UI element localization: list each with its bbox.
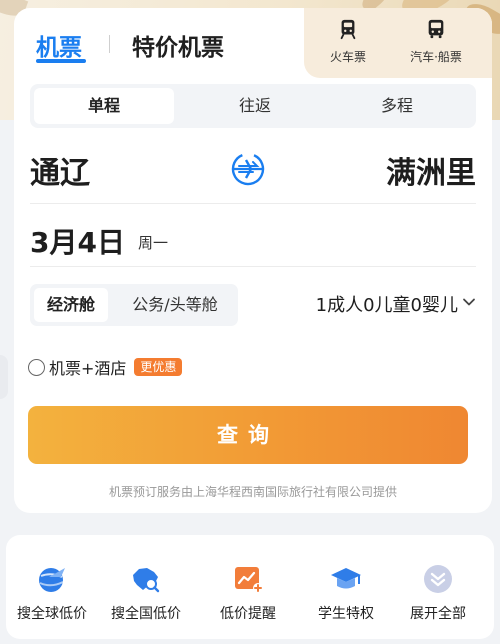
tab-divider — [109, 35, 110, 53]
arrival-city[interactable]: 满洲里 — [386, 148, 476, 192]
expand-chevrons-icon — [424, 565, 452, 593]
divider — [30, 266, 476, 267]
quick-link-national-low-price[interactable]: 搜全国低价 — [100, 563, 192, 623]
quick-link-expand-all[interactable]: 展开全部 — [392, 563, 484, 623]
quick-link-global-low-price[interactable]: 搜全球低价 — [6, 563, 98, 623]
tab-bus-ship[interactable]: 汽车·船票 — [396, 18, 476, 65]
flight-search-card: 机票 特价机票 火车票 汽车·船票 单程 往返 多程 通辽 满洲里 3月4日 周… — [14, 8, 492, 513]
bus-icon — [428, 19, 444, 39]
price-alert-chart-icon — [235, 567, 263, 593]
tab-train-label: 火车票 — [329, 50, 366, 64]
quick-link-price-alert[interactable]: 低价提醒 — [202, 563, 294, 623]
trip-type-selector: 单程 往返 多程 — [30, 84, 476, 128]
trip-type-multi-city[interactable]: 多程 — [327, 88, 467, 124]
quick-link-label: 展开全部 — [410, 606, 466, 622]
quick-link-label: 低价提醒 — [220, 606, 276, 622]
quick-links-bar: 搜全球低价 搜全国低价 低价提醒 学生特权 展开全部 — [6, 535, 494, 639]
globe-plane-icon — [39, 568, 65, 592]
chevron-down-icon[interactable] — [462, 295, 476, 309]
provider-note: 机票预订服务由上海华程西南国际旅行社有限公司提供 — [108, 485, 397, 499]
tab-special-flight[interactable]: 特价机票 — [132, 28, 224, 62]
active-tab-indicator — [36, 59, 86, 63]
tab-train[interactable]: 火车票 — [308, 18, 388, 65]
ticket-tabs: 机票 特价机票 — [14, 8, 304, 76]
search-button[interactable]: 查询 — [28, 406, 468, 464]
trip-type-round-trip[interactable]: 往返 — [185, 88, 325, 124]
departure-weekday: 周一 — [138, 234, 169, 252]
tab-flight[interactable]: 机票 — [36, 28, 82, 62]
flight-hotel-label: 机票+酒店 — [49, 359, 127, 378]
other-transport-tabs: 火车票 汽车·船票 — [304, 8, 492, 78]
cabin-economy[interactable]: 经济舱 — [34, 288, 108, 322]
graduation-cap-icon — [331, 568, 361, 589]
train-icon — [340, 19, 356, 40]
quick-link-label: 搜全国低价 — [111, 606, 181, 622]
departure-city[interactable]: 通辽 — [30, 148, 90, 192]
swap-cities-icon[interactable] — [226, 149, 270, 189]
cabin-business-first[interactable]: 公务/头等舱 — [118, 288, 232, 322]
side-handle — [0, 355, 8, 399]
cabin-class-selector: 经济舱 公务/头等舱 — [30, 284, 238, 326]
divider — [30, 203, 476, 204]
passenger-selector[interactable]: 1成人0儿童0婴儿 — [316, 291, 458, 317]
china-map-search-icon — [133, 568, 160, 593]
tab-bus-ship-label: 汽车·船票 — [410, 50, 462, 64]
quick-link-label: 学生特权 — [318, 606, 374, 622]
departure-date[interactable]: 3月4日 — [30, 221, 125, 261]
quick-link-label: 搜全球低价 — [17, 606, 87, 622]
discount-badge: 更优惠 — [134, 358, 183, 376]
flight-hotel-radio[interactable] — [28, 358, 45, 376]
flight-hotel-option[interactable]: 机票+酒店 更优惠 — [28, 356, 183, 378]
quick-link-student[interactable]: 学生特权 — [300, 563, 392, 623]
trip-type-one-way[interactable]: 单程 — [34, 88, 174, 124]
